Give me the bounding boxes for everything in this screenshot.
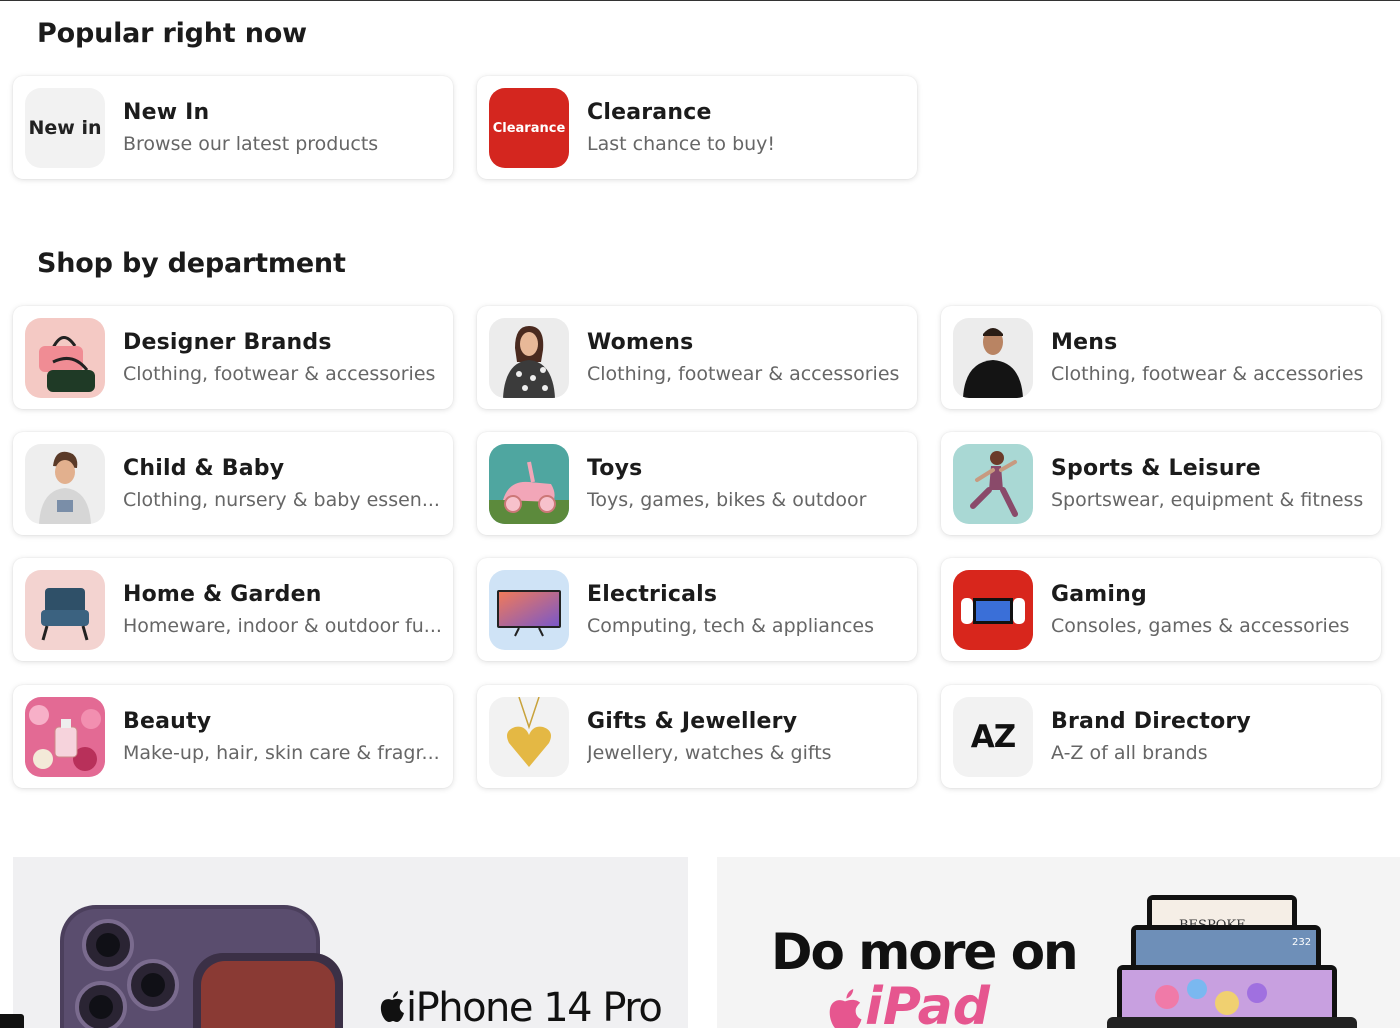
ipad-banner-product: iPad [865, 977, 990, 1028]
az-thumbnail: AZ [953, 697, 1033, 777]
card-title: Gifts & Jewellery [587, 709, 798, 734]
card-title: Mens [1051, 330, 1118, 355]
new-in-thumbnail: New in [25, 88, 105, 168]
runner-icon [953, 444, 1033, 524]
department-section-title: Shop by department [37, 248, 346, 279]
card-new-in[interactable]: New in New In Browse our latest products [13, 76, 453, 179]
card-title: Child & Baby [123, 456, 285, 481]
iphone-banner-title: iPhone 14 Pro [406, 985, 663, 1028]
new-in-thumb-label: New in [28, 117, 102, 139]
tv-icon [489, 570, 569, 650]
card-designer-brands[interactable]: Designer Brands Clothing, footwear & acc… [13, 306, 453, 409]
card-title: Home & Garden [123, 582, 322, 607]
woman-model-icon [489, 318, 569, 398]
card-electricals[interactable]: Electricals Computing, tech & appliances [477, 558, 917, 661]
clearance-thumbnail: Clearance [489, 88, 569, 168]
card-title: Womens [587, 330, 694, 355]
card-clearance[interactable]: Clearance Clearance Last chance to buy! [477, 76, 917, 179]
card-brand-directory[interactable]: AZ Brand Directory A-Z of all brands [941, 685, 1381, 788]
card-womens[interactable]: Womens Clothing, footwear & accessories [477, 306, 917, 409]
card-title: Designer Brands [123, 330, 332, 355]
card-title: New In [123, 100, 210, 125]
card-description: Sportswear, equipment & fitness [1051, 489, 1364, 511]
heart-pendant-icon [489, 697, 569, 777]
card-title: Electricals [587, 582, 718, 607]
game-console-icon [953, 570, 1033, 650]
az-thumb-label: AZ [970, 719, 1016, 755]
iphone-banner[interactable]: iPhone 14 Pro [13, 857, 688, 1028]
perfume-flowers-icon [25, 697, 105, 777]
card-title: Sports & Leisure [1051, 456, 1261, 481]
top-border [0, 0, 1400, 1]
card-gifts-jewellery[interactable]: Gifts & Jewellery Jewellery, watches & g… [477, 685, 917, 788]
armchair-icon [25, 570, 105, 650]
card-description: Consoles, games & accessories [1051, 615, 1350, 637]
clearance-thumb-label: Clearance [492, 120, 566, 136]
card-title: Brand Directory [1051, 709, 1251, 734]
card-description: Clothing, nursery & baby essen... [123, 489, 440, 511]
card-description: Clothing, footwear & accessories [587, 363, 900, 385]
handbag-icon [25, 318, 105, 398]
card-description: Browse our latest products [123, 133, 379, 155]
card-beauty[interactable]: Beauty Make-up, hair, skin care & fragr.… [13, 685, 453, 788]
card-description: Homeware, indoor & outdoor fu... [123, 615, 442, 637]
ipad-screen-badge: 232 [1292, 937, 1311, 948]
card-title: Beauty [123, 709, 212, 734]
ipad-stack-image: BESPOKE 232 [1107, 895, 1357, 1028]
card-description: Toys, games, bikes & outdoor [587, 489, 867, 511]
card-description: Computing, tech & appliances [587, 615, 874, 637]
card-description: Clothing, footwear & accessories [123, 363, 436, 385]
card-title: Clearance [587, 100, 712, 125]
ride-on-toy-icon [489, 444, 569, 524]
ipad-banner-headline: Do more on [771, 923, 1079, 981]
card-description: Last chance to buy! [587, 133, 776, 155]
corner-tag [0, 1014, 24, 1028]
apple-logo-pink-icon [829, 989, 862, 1028]
child-model-icon [25, 444, 105, 524]
card-description: Make-up, hair, skin care & fragr... [123, 742, 440, 764]
card-home-garden[interactable]: Home & Garden Homeware, indoor & outdoor… [13, 558, 453, 661]
card-description: Clothing, footwear & accessories [1051, 363, 1364, 385]
card-gaming[interactable]: Gaming Consoles, games & accessories [941, 558, 1381, 661]
card-title: Gaming [1051, 582, 1147, 607]
man-model-icon [953, 318, 1033, 398]
card-title: Toys [587, 456, 643, 481]
card-description: Jewellery, watches & gifts [587, 742, 832, 764]
popular-section-title: Popular right now [37, 18, 307, 49]
card-sports-leisure[interactable]: Sports & Leisure Sportswear, equipment &… [941, 432, 1381, 535]
card-description: A-Z of all brands [1051, 742, 1208, 764]
card-toys[interactable]: Toys Toys, games, bikes & outdoor [477, 432, 917, 535]
card-mens[interactable]: Mens Clothing, footwear & accessories [941, 306, 1381, 409]
apple-logo-icon [380, 991, 404, 1022]
ipad-banner[interactable]: Do more on iPad BESPOKE 232 [717, 857, 1400, 1028]
card-child-baby[interactable]: Child & Baby Clothing, nursery & baby es… [13, 432, 453, 535]
